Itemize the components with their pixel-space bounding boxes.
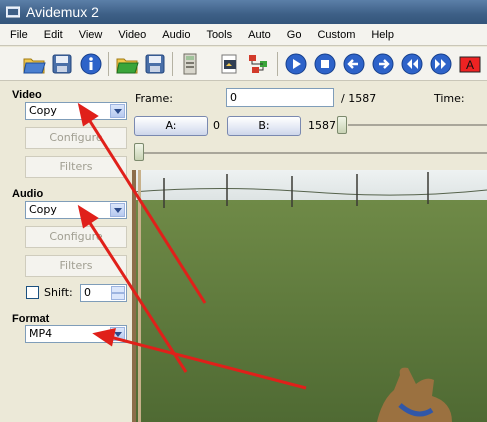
menu-file[interactable]: File bbox=[0, 29, 36, 41]
save-video-icon[interactable] bbox=[143, 52, 167, 76]
audio-codec-select[interactable]: Copy bbox=[25, 201, 127, 219]
save-icon[interactable] bbox=[50, 52, 74, 76]
marker-a-button[interactable]: A: bbox=[134, 116, 208, 136]
video-codec-value: Copy bbox=[29, 104, 57, 117]
previous-frame-icon[interactable] bbox=[342, 52, 366, 76]
timeline-slider-track[interactable] bbox=[134, 152, 487, 154]
shift-label: Shift: bbox=[44, 286, 73, 299]
frame-input[interactable]: 0 bbox=[226, 88, 334, 107]
marker-a-value: 0 bbox=[213, 119, 220, 132]
marker-b-button[interactable]: B: bbox=[227, 116, 301, 136]
audio-section-title: Audio bbox=[12, 188, 44, 200]
chevron-down-icon bbox=[110, 203, 125, 217]
calculator-icon[interactable] bbox=[178, 52, 202, 76]
video-codec-select[interactable]: Copy bbox=[25, 102, 127, 120]
frame-label: Frame: bbox=[135, 92, 173, 105]
video-section-title: Video bbox=[12, 89, 42, 101]
play-icon[interactable] bbox=[284, 52, 308, 76]
frame-value: 0 bbox=[230, 91, 237, 104]
menu-audio[interactable]: Audio bbox=[154, 29, 198, 41]
menu-edit[interactable]: Edit bbox=[36, 29, 71, 41]
marker-b-value: 1587 bbox=[308, 119, 336, 132]
app-icon bbox=[5, 6, 21, 18]
timeline-slider-handle[interactable] bbox=[134, 143, 144, 161]
menu-custom[interactable]: Custom bbox=[309, 29, 363, 41]
time-label: Time: bbox=[434, 92, 465, 105]
audio-filters-button[interactable]: Filters bbox=[25, 255, 127, 277]
chevron-down-icon bbox=[110, 104, 125, 118]
preview-output-icon[interactable] bbox=[218, 52, 242, 76]
menu-video[interactable]: Video bbox=[110, 29, 154, 41]
menu-bar: File Edit View Video Audio Tools Auto Go… bbox=[0, 24, 487, 46]
open-video-icon[interactable] bbox=[115, 52, 139, 76]
volume-slider-handle[interactable] bbox=[337, 116, 347, 134]
previous-keyframe-icon[interactable] bbox=[400, 52, 424, 76]
stop-icon[interactable] bbox=[313, 52, 337, 76]
format-select[interactable]: MP4 bbox=[25, 325, 127, 343]
open-folder-icon[interactable] bbox=[22, 52, 46, 76]
filter-chain-icon[interactable] bbox=[246, 52, 270, 76]
audio-configure-button[interactable]: Configure bbox=[25, 226, 127, 248]
title-bar[interactable]: Avidemux 2 bbox=[0, 0, 487, 24]
menu-tools[interactable]: Tools bbox=[198, 29, 240, 41]
video-configure-button[interactable]: Configure bbox=[25, 127, 127, 149]
format-section-title: Format bbox=[12, 313, 50, 325]
info-icon[interactable] bbox=[79, 52, 103, 76]
next-keyframe-icon[interactable] bbox=[429, 52, 453, 76]
shift-stepper[interactable]: 0 bbox=[80, 284, 127, 302]
menu-go[interactable]: Go bbox=[279, 29, 310, 41]
menu-help[interactable]: Help bbox=[363, 29, 402, 41]
next-frame-icon[interactable] bbox=[371, 52, 395, 76]
format-value: MP4 bbox=[29, 327, 53, 340]
window-title: Avidemux 2 bbox=[26, 4, 99, 20]
video-filters-button[interactable]: Filters bbox=[25, 156, 127, 178]
set-marker-a-icon[interactable]: A bbox=[458, 52, 482, 76]
stepper-up-icon[interactable] bbox=[111, 286, 125, 293]
shift-value: 0 bbox=[84, 286, 91, 299]
volume-slider-track[interactable] bbox=[348, 124, 487, 126]
total-frames: / 1587 bbox=[341, 92, 377, 105]
svg-text:A: A bbox=[466, 58, 474, 72]
toolbar: A bbox=[0, 47, 487, 81]
stepper-down-icon[interactable] bbox=[111, 293, 125, 300]
audio-codec-value: Copy bbox=[29, 203, 57, 216]
shift-checkbox[interactable] bbox=[26, 286, 39, 299]
video-preview bbox=[132, 170, 487, 422]
chevron-down-icon bbox=[110, 327, 125, 341]
menu-view[interactable]: View bbox=[71, 29, 111, 41]
menu-auto[interactable]: Auto bbox=[240, 29, 279, 41]
